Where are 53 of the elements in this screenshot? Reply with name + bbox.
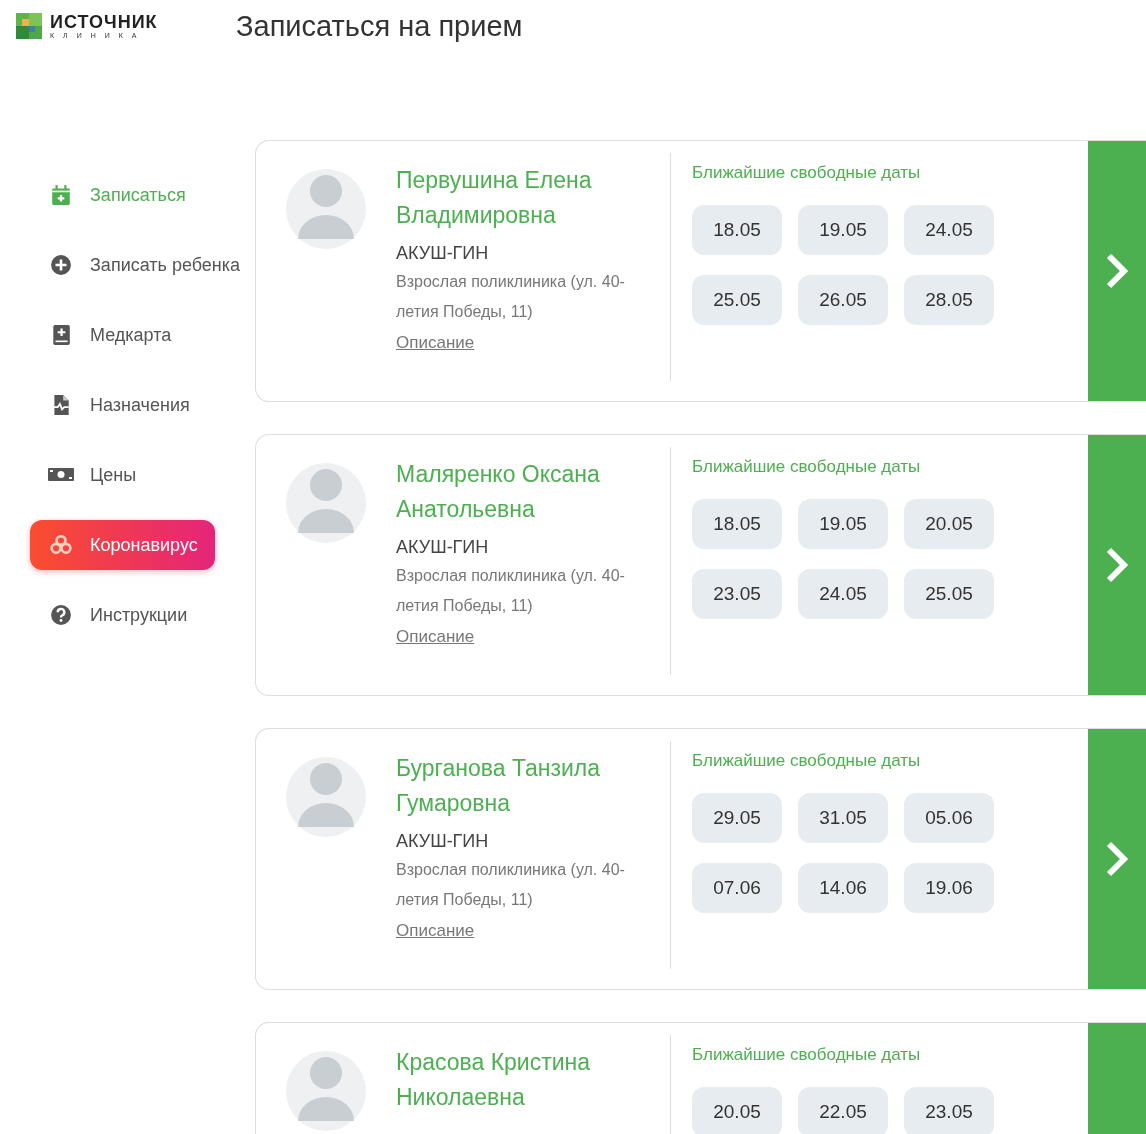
date-button[interactable]: 28.05 (904, 275, 994, 325)
next-button[interactable] (1088, 729, 1146, 989)
date-button[interactable]: 25.05 (692, 275, 782, 325)
date-button[interactable]: 14.06 (798, 863, 888, 913)
date-button[interactable]: 26.05 (798, 275, 888, 325)
logo-icon (16, 13, 42, 39)
date-button[interactable]: 23.05 (904, 1087, 994, 1134)
next-button[interactable] (1088, 435, 1146, 695)
dates-heading: Ближайшие свободные даты (692, 163, 922, 183)
date-button[interactable]: 20.05 (904, 499, 994, 549)
description-link[interactable]: Описание (396, 921, 475, 941)
date-button[interactable]: 31.05 (798, 793, 888, 843)
sidebar-item[interactable]: Назначения (30, 380, 215, 430)
date-button[interactable]: 20.05 (692, 1087, 782, 1134)
date-button[interactable]: 29.05 (692, 793, 782, 843)
dates-heading: Ближайшие свободные даты (692, 1045, 922, 1065)
doctor-specialty: АКУШ-ГИН (396, 242, 490, 265)
date-button[interactable]: 07.06 (692, 863, 782, 913)
doctor-name: Красова Кристина Николаевна (396, 1048, 592, 1112)
sidebar-item[interactable]: Инструкции (30, 590, 215, 640)
date-button[interactable]: 19.06 (904, 863, 994, 913)
help-icon (48, 604, 74, 626)
description-link[interactable]: Описание (396, 627, 475, 647)
clinic-address: Взрослая поликлиника (ул. 40-летия Победы, 11) (396, 860, 626, 910)
dates-heading: Ближайшие свободные даты (692, 751, 922, 771)
clinic-address: Взрослая поликлиника (ул. 40-летия Победы, 11) (396, 272, 626, 322)
sidebar-item[interactable]: Коронавирус (30, 520, 215, 570)
date-button[interactable]: 18.05 (692, 499, 782, 549)
sidebar-item[interactable]: Медкарта (30, 310, 215, 360)
plus-circle-icon (48, 254, 74, 276)
doctor-specialty: АКУШ-ГИН (396, 536, 490, 559)
logo-name: ИСТОЧНИК (50, 12, 158, 31)
biohazard-icon (48, 534, 74, 556)
doctor-name: Бурганова Танзила Гумаровна (396, 754, 602, 818)
page-title: Записаться на прием (236, 9, 523, 43)
date-button[interactable]: 23.05 (692, 569, 782, 619)
description-link[interactable]: Описание (396, 333, 475, 353)
date-button[interactable]: 24.05 (904, 205, 994, 255)
sidebar-item[interactable]: Цены (30, 450, 215, 500)
doctor-name: Первушина Елена Владимировна (396, 166, 593, 230)
dates-heading: Ближайшие свободные даты (692, 457, 922, 477)
clinic-address: Взрослая поликлиника (ул. 40-летия Победы, 11) (396, 566, 626, 616)
doctor-specialty: АКУШ-ГИН (396, 830, 490, 853)
date-button[interactable]: 25.05 (904, 569, 994, 619)
doctor-name: Маляренко Оксана Анатольевна (396, 460, 601, 524)
sidebar-item[interactable]: Записать ребенка (30, 240, 241, 290)
next-button[interactable] (1088, 141, 1146, 401)
date-button[interactable]: 22.05 (798, 1087, 888, 1134)
date-button[interactable]: 19.05 (798, 205, 888, 255)
date-button[interactable]: 24.05 (798, 569, 888, 619)
date-button[interactable]: 05.06 (904, 793, 994, 843)
date-button[interactable]: 18.05 (692, 205, 782, 255)
date-button[interactable]: 19.05 (798, 499, 888, 549)
